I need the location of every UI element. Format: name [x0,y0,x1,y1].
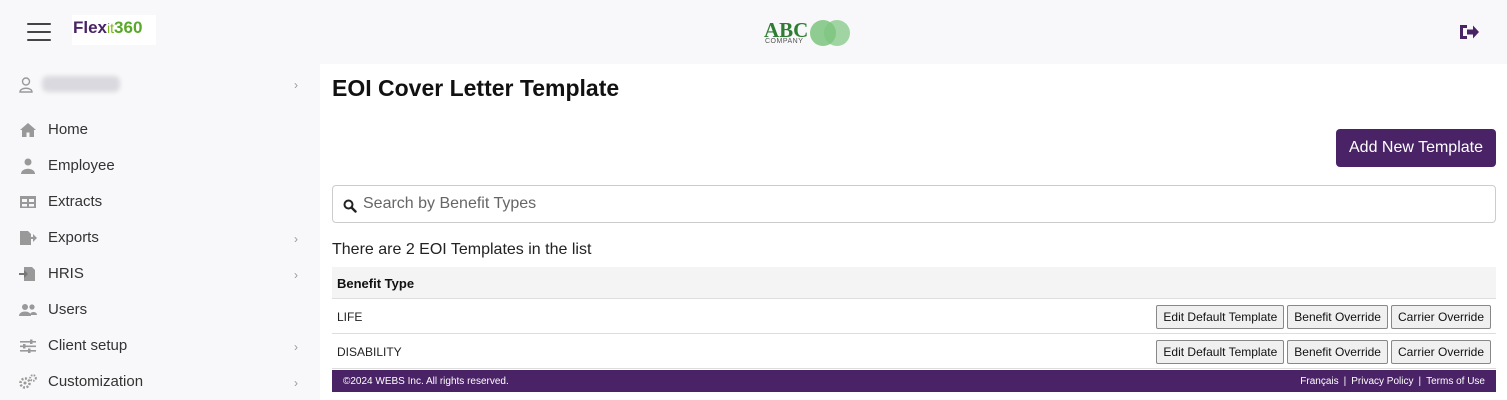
sidebar-item-label: Users [48,301,88,318]
sidebar-user[interactable]: › [0,72,320,98]
sidebar-item-exports[interactable]: Exports › [0,223,320,253]
main-content: EOI Cover Letter Template Add New Templa… [320,64,1507,400]
logo-part-it: it [107,20,115,36]
footer-separator: | [1418,376,1422,387]
user-icon [19,77,33,93]
flexit360-logo[interactable]: Flexit360 [72,15,156,45]
company-logo-sub: COMPANY [765,38,804,45]
sidebar-item-label: Employee [48,157,115,174]
footer-separator: | [1343,376,1347,387]
sidebar-item-employee[interactable]: Employee [0,151,320,181]
carrier-override-button[interactable]: Carrier Override [1390,305,1491,329]
sidebar-item-label: Extracts [48,193,103,210]
logout-icon[interactable] [1458,22,1480,42]
sidebar: › Home Employee Extracts Exports › HRIS … [0,64,320,400]
top-bar: Flexit360 ABC COMPANY [0,0,1507,64]
sidebar-item-label: Client setup [48,337,128,354]
template-count-text: There are 2 EOI Templates in the list [332,241,592,258]
sidebar-item-home[interactable]: Home [0,115,320,145]
search-input[interactable] [363,192,1463,216]
footer-link-terms-of-use[interactable]: Terms of Use [1426,376,1485,387]
benefit-override-button[interactable]: Benefit Override [1287,340,1388,364]
logo-part-flex: Flex [73,18,108,37]
sidebar-item-users[interactable]: Users [0,295,320,325]
hamburger-menu-icon[interactable] [27,23,51,41]
table-row: LIFE Edit Default Template Benefit Overr… [332,299,1496,334]
benefit-type-cell: DISABILITY [337,345,402,359]
sidebar-item-client-setup[interactable]: Client setup › [0,331,320,361]
page-title: EOI Cover Letter Template [332,75,620,101]
home-icon [20,123,36,137]
table-header: Benefit Type [332,267,1496,299]
sidebar-item-extracts[interactable]: Extracts [0,187,320,217]
table-row: DISABILITY Edit Default Template Benefit… [332,334,1496,369]
edit-default-template-button[interactable]: Edit Default Template [1156,305,1285,329]
chevron-right-icon: › [294,340,298,354]
chevron-right-icon: › [294,376,298,390]
chevron-right-icon: › [294,268,298,282]
chevron-right-icon: › [294,78,298,92]
copyright-text: ©2024 WEBS Inc. All rights reserved. [343,376,509,387]
footer-link-francais[interactable]: Français [1300,376,1338,387]
templates-table: Benefit Type LIFE Edit Default Template … [332,267,1496,369]
edit-default-template-button[interactable]: Edit Default Template [1156,340,1285,364]
file-import-icon [19,267,35,281]
carrier-override-button[interactable]: Carrier Override [1390,340,1491,364]
benefit-override-button[interactable]: Benefit Override [1287,305,1388,329]
sidebar-item-label: Home [48,121,89,138]
sidebar-item-label: HRIS [48,265,84,282]
sidebar-item-customization[interactable]: Customization › [0,367,320,397]
user-name [42,76,120,92]
sliders-icon [20,339,36,353]
sidebar-item-hris[interactable]: HRIS › [0,259,320,289]
benefit-type-cell: LIFE [337,310,363,324]
column-header-benefit-type: Benefit Type [337,276,415,291]
footer-link-privacy-policy[interactable]: Privacy Policy [1351,376,1413,387]
chevron-right-icon: › [294,232,298,246]
employee-icon [21,158,35,174]
footer-links: Français | Privacy Policy | Terms of Use [1300,376,1485,387]
search-icon [343,199,357,213]
table-icon [20,196,36,208]
add-new-template-button[interactable]: Add New Template [1336,129,1496,167]
gears-icon [19,374,37,389]
footer: ©2024 WEBS Inc. All rights reserved. Fra… [332,370,1496,392]
sidebar-item-label: Exports [48,229,99,246]
logo-part-360: 360 [114,18,143,37]
search-box[interactable] [332,185,1496,223]
users-icon [19,304,37,316]
file-export-icon [20,231,37,245]
sidebar-item-label: Customization [48,373,144,390]
company-logo: ABC COMPANY [764,18,854,50]
